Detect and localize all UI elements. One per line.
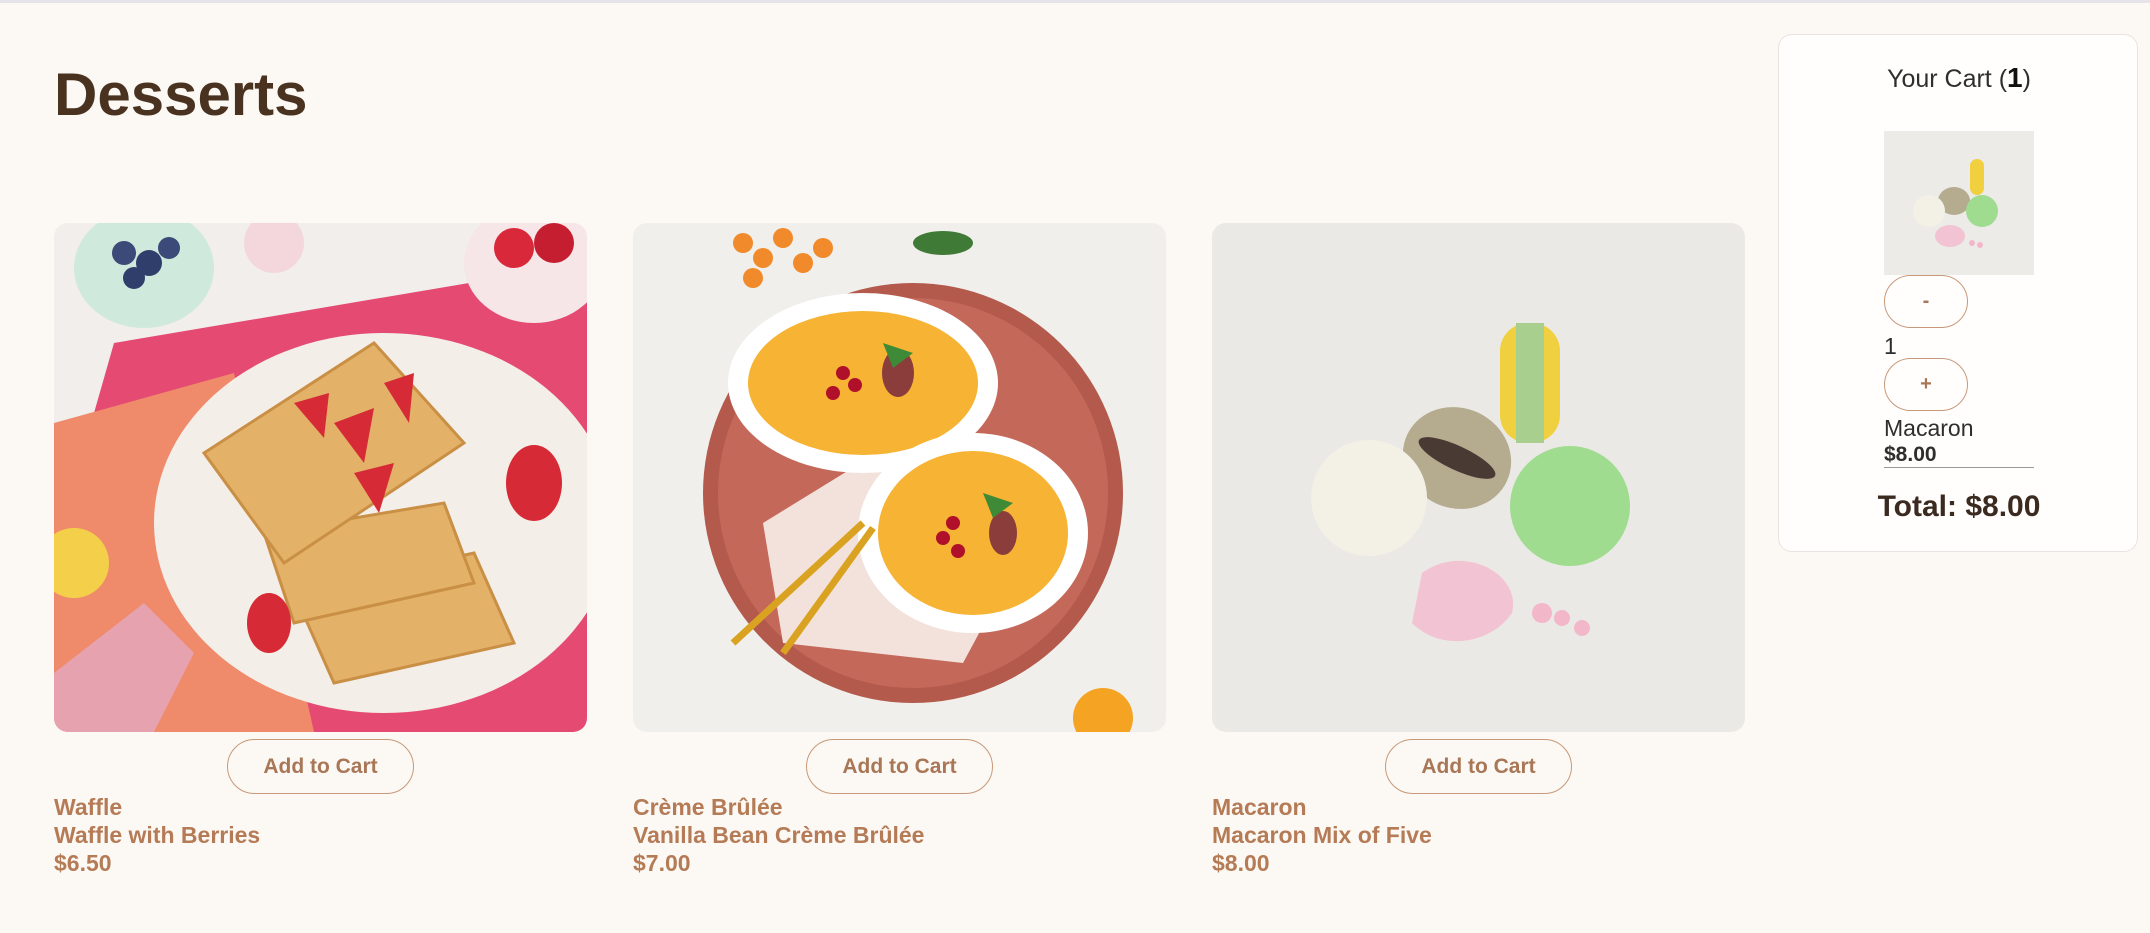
cart-total: Total: $8.00 — [1877, 490, 2041, 523]
product-name: Vanilla Bean Crème Brûlée — [633, 822, 925, 848]
add-to-cart-button[interactable]: Add to Cart — [227, 739, 414, 794]
cart-item-thumbnail — [1884, 131, 2034, 275]
cart-count: 1 — [2007, 62, 2023, 93]
product-name: Macaron Mix of Five — [1212, 822, 1432, 848]
increment-button[interactable]: + — [1884, 358, 1968, 411]
product-image-creme-brulee — [633, 223, 1166, 732]
product-category: Waffle — [54, 794, 123, 820]
product-category: Macaron — [1212, 794, 1307, 820]
product-card-creme-brulee: Add to Cart Crème Brûlée Vanilla Bean Cr… — [633, 223, 1166, 883]
page-title: Desserts — [54, 61, 308, 128]
add-to-cart-button[interactable]: Add to Cart — [1385, 739, 1572, 794]
decrement-button[interactable]: - — [1884, 275, 1968, 328]
product-image-waffle — [54, 223, 587, 732]
add-to-cart-button[interactable]: Add to Cart — [806, 739, 993, 794]
cart-item-price: $8.00 — [1884, 442, 2034, 468]
product-card-macaron: Add to Cart Macaron Macaron Mix of Five … — [1212, 223, 1745, 883]
product-category: Crème Brûlée — [633, 794, 783, 820]
product-price: $8.00 — [1212, 850, 1270, 876]
cart-panel: Your Cart (1) - 1 + Macaron $8.00 Total:… — [1778, 34, 2138, 552]
cart-item-quantity: 1 — [1884, 333, 1897, 359]
product-image-macaron — [1212, 223, 1745, 732]
top-divider — [0, 0, 2150, 3]
cart-title: Your Cart (1) — [1887, 62, 2031, 93]
product-card-waffle: Add to Cart Waffle Waffle with Berries $… — [54, 223, 587, 883]
product-price: $7.00 — [633, 850, 691, 876]
product-price: $6.50 — [54, 850, 112, 876]
product-info: Waffle Waffle with Berries $6.50 — [54, 793, 587, 877]
product-info: Macaron Macaron Mix of Five $8.00 — [1212, 793, 1745, 877]
cart-item-name: Macaron — [1884, 415, 1974, 441]
product-grid: Add to Cart Waffle Waffle with Berries $… — [54, 223, 1746, 883]
product-info: Crème Brûlée Vanilla Bean Crème Brûlée $… — [633, 793, 1166, 877]
cart-item: - 1 + Macaron $8.00 — [1884, 131, 2034, 468]
product-name: Waffle with Berries — [54, 822, 261, 848]
